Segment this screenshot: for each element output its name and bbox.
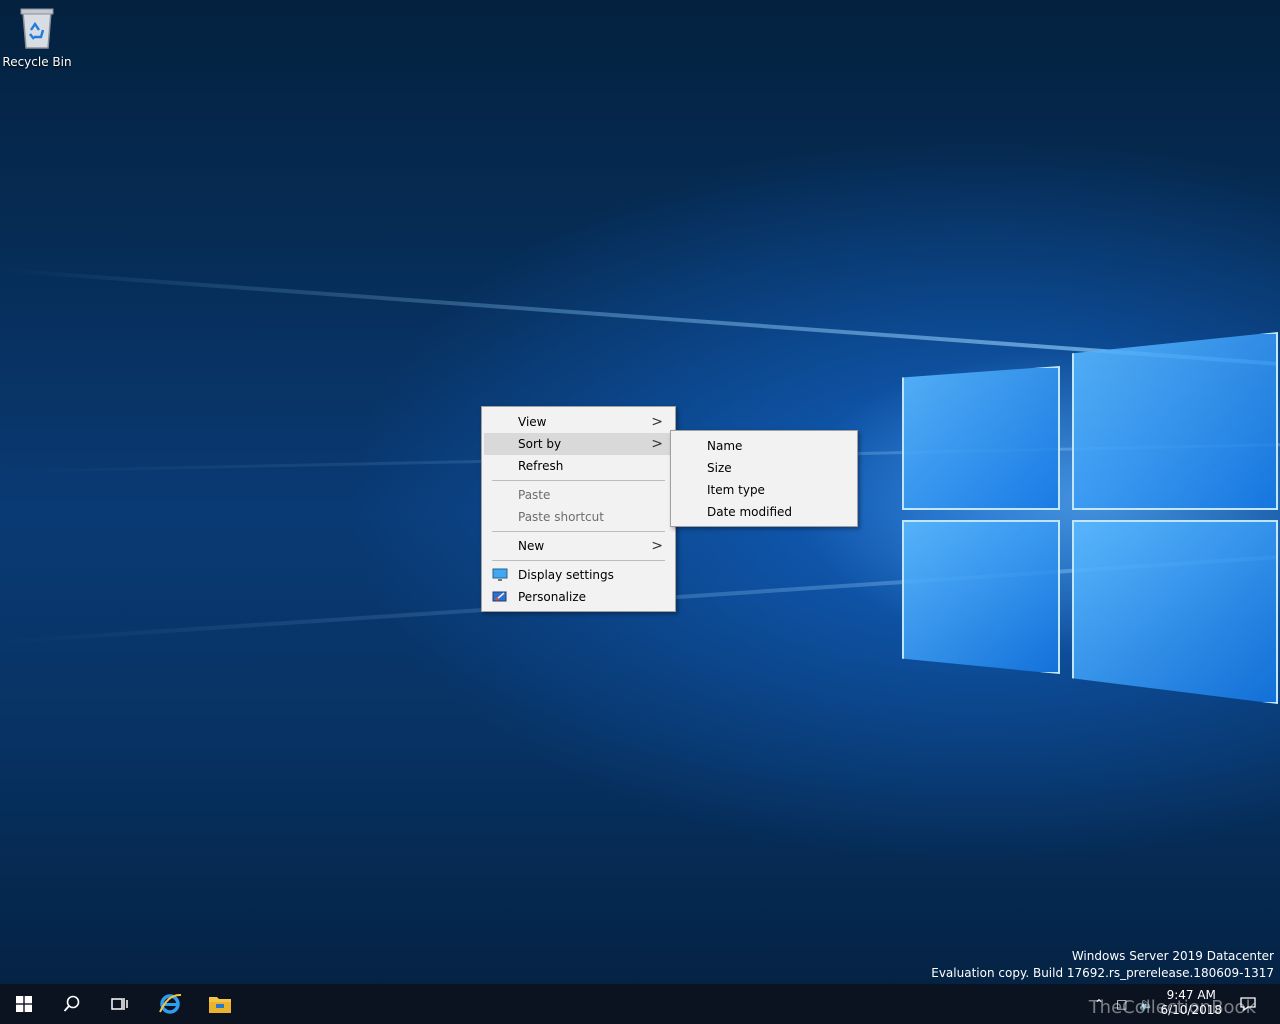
task-view-button[interactable] — [96, 984, 144, 1024]
task-view-icon — [111, 998, 128, 1010]
chevron-right-icon: > — [651, 538, 663, 554]
menu-item-label: Personalize — [518, 590, 587, 604]
menu-item-label: View — [518, 415, 547, 429]
menu-item-label: Date modified — [707, 505, 793, 519]
folder-icon — [209, 997, 231, 1013]
submenu-item-item-type[interactable]: Item type — [673, 479, 855, 501]
wallpaper-logo-pane — [1072, 332, 1278, 510]
desktop-icon-recycle-bin[interactable]: Recycle Bin — [2, 6, 72, 69]
os-watermark: Windows Server 2019 Datacenter Evaluatio… — [931, 949, 1274, 980]
notification-icon — [1240, 997, 1256, 1012]
menu-separator — [492, 480, 665, 481]
menu-item-label: New — [518, 539, 545, 553]
submenu-item-name[interactable]: Name — [673, 435, 855, 457]
windows-logo-icon — [16, 996, 32, 1012]
menu-item-label: Paste — [518, 488, 551, 502]
menu-item-refresh[interactable]: Refresh — [484, 455, 673, 477]
menu-item-new[interactable]: New > — [484, 535, 673, 557]
wallpaper-logo-pane — [902, 520, 1060, 674]
menu-item-label: Refresh — [518, 459, 564, 473]
chevron-right-icon: > — [651, 414, 663, 430]
desktop-icon-label: Recycle Bin — [2, 55, 72, 69]
internet-explorer-icon — [159, 993, 182, 1014]
wallpaper-logo-pane — [1072, 520, 1278, 704]
search-button[interactable] — [48, 984, 96, 1024]
watermark-edition: Windows Server 2019 Datacenter — [1071, 949, 1274, 963]
menu-item-label: Size — [707, 461, 732, 475]
start-button[interactable] — [0, 984, 48, 1024]
menu-item-label: Name — [707, 439, 743, 453]
desktop-context-menu: View > Sort by > Refresh Paste Paste sho… — [481, 406, 676, 612]
taskbar: ⌃ □ 🔈 9:47 AM 6/10/2018 TheCollectionBoo… — [0, 984, 1280, 1024]
search-icon — [63, 995, 80, 1012]
menu-item-label: Display settings — [518, 568, 614, 582]
menu-item-paste-shortcut[interactable]: Paste shortcut — [484, 506, 673, 528]
submenu-item-date-modified[interactable]: Date modified — [673, 501, 855, 523]
menu-separator — [492, 531, 665, 532]
file-explorer-button[interactable] — [196, 984, 244, 1024]
display-icon — [492, 568, 508, 581]
watermark-build: Evaluation copy. Build 17692.rs_prerelea… — [931, 966, 1274, 980]
menu-item-label: Paste shortcut — [518, 510, 604, 524]
internet-explorer-button[interactable] — [146, 984, 194, 1024]
menu-item-label: Sort by — [518, 437, 562, 451]
personalize-icon — [492, 591, 507, 602]
wallpaper-logo-pane — [902, 366, 1060, 510]
menu-item-view[interactable]: View > — [484, 411, 673, 433]
recycle-bin-icon — [20, 8, 54, 49]
menu-item-label: Item type — [707, 483, 765, 497]
menu-item-paste[interactable]: Paste — [484, 484, 673, 506]
wallpaper-beam — [0, 268, 1277, 366]
submenu-item-size[interactable]: Size — [673, 457, 855, 479]
menu-item-display-settings[interactable]: Display settings — [484, 564, 673, 586]
action-center-button[interactable] — [1228, 984, 1268, 1024]
menu-item-personalize[interactable]: Personalize — [484, 586, 673, 608]
sort-by-submenu: Name Size Item type Date modified — [670, 430, 858, 527]
chevron-right-icon: > — [651, 436, 663, 452]
menu-separator — [492, 560, 665, 561]
menu-item-sort-by[interactable]: Sort by > — [484, 433, 673, 455]
